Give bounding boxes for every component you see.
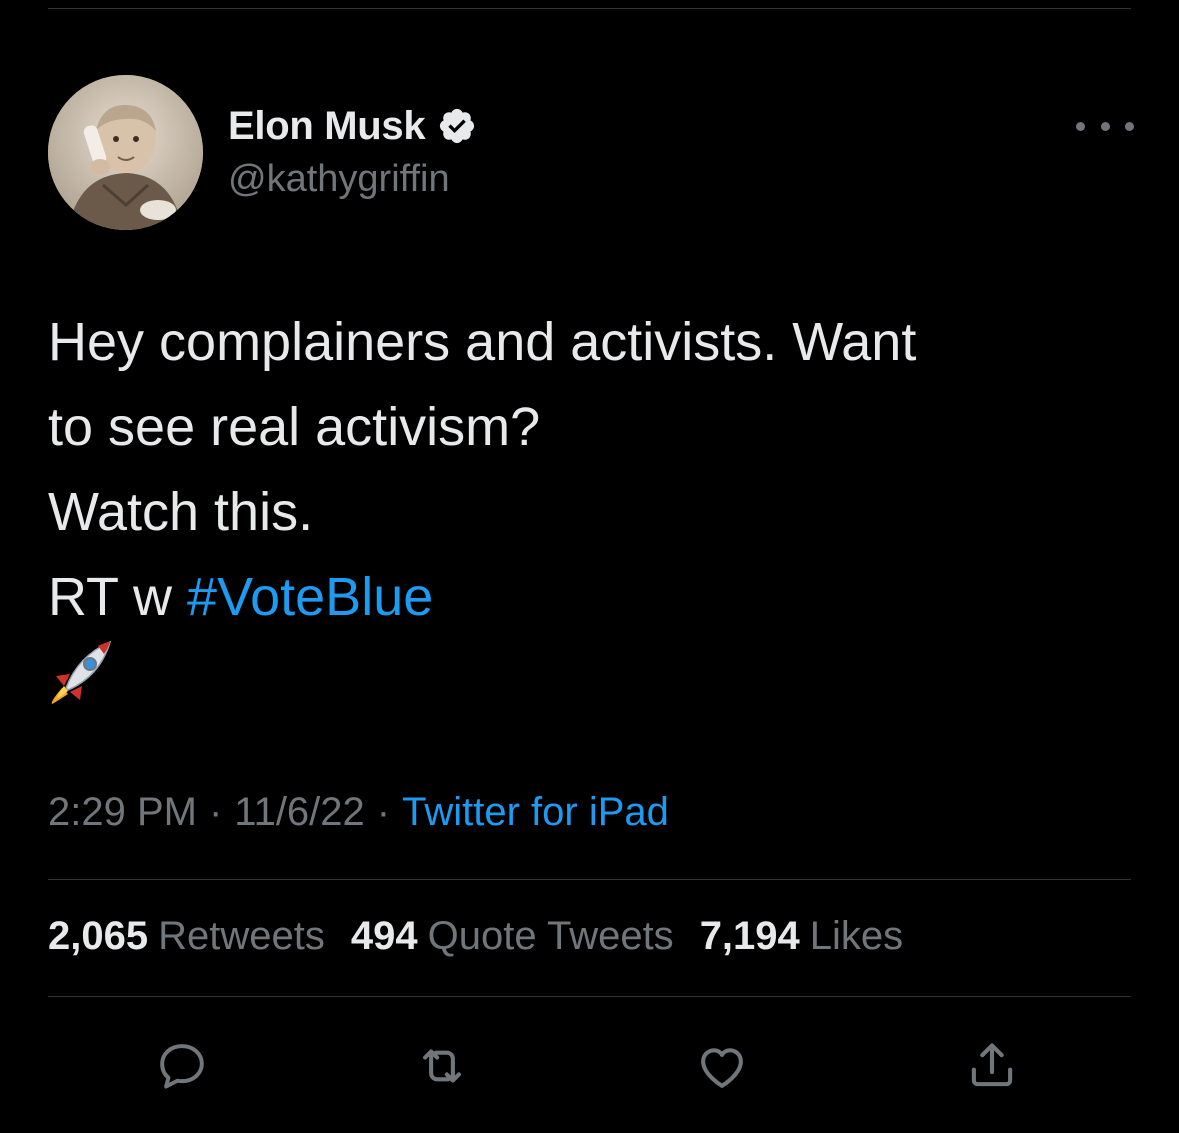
author-name-row[interactable]: Elon Musk [228,100,477,152]
tweet-source-link[interactable]: Twitter for iPad [402,790,669,834]
avatar[interactable] [48,75,203,230]
quote-tweets-stat[interactable]: 494 Quote Tweets [351,914,674,959]
reply-button[interactable] [152,1036,212,1096]
tweet-line: to see real activism? [48,397,541,457]
display-name[interactable]: Elon Musk [228,104,426,149]
more-dot-icon [1100,121,1110,131]
tweet-line: Hey complainers and activists. Want [48,312,917,372]
stats-divider-bottom [48,996,1131,997]
more-dot-icon [1076,121,1085,131]
rocket-icon [51,640,112,704]
quote-tweets-count: 494 [350,914,418,958]
retweets-label: Retweets [158,914,325,958]
retweets-stat[interactable]: 2,065 Retweets [48,914,325,959]
tweet-line-rt: RT w #VoteBlue [48,555,1138,640]
avatar-photo-icon [48,75,203,230]
top-divider [48,8,1131,9]
quote-tweets-label: Quote Tweets [427,914,674,958]
tweet-time[interactable]: 2:29 PM [48,790,197,834]
meta-separator: · [376,790,391,834]
share-icon [971,1043,1013,1087]
retweet-icon [423,1049,461,1083]
likes-label: Likes [809,914,904,958]
likes-stat[interactable]: 7,194 Likes [700,914,904,959]
hashtag-link[interactable]: #VoteBlue [187,567,433,627]
rt-prefix: RT w [48,567,173,627]
like-icon [701,1048,743,1088]
retweets-count: 2,065 [48,914,149,958]
reply-icon [160,1044,204,1089]
likes-count: 7,194 [699,914,800,958]
tweet-line: Watch this. [48,482,314,542]
like-button[interactable] [692,1036,752,1096]
tweet-date[interactable]: 11/6/22 [234,790,365,834]
tweet-meta: 2:29 PM · 11/6/22 · Twitter for iPad [48,790,669,835]
engagement-stats: 2,065 Retweets 494 Quote Tweets 7,194 Likes [48,914,929,959]
meta-separator: · [208,790,223,834]
tweet-text: Hey complainers and activists. Want to s… [48,300,1138,640]
more-dot-icon [1125,121,1134,131]
verified-badge-icon [440,108,475,144]
more-options-button[interactable] [1076,112,1134,140]
share-button[interactable] [962,1036,1022,1096]
author-handle[interactable]: @kathygriffin [228,158,450,201]
stats-divider-top [48,879,1131,880]
retweet-button[interactable] [412,1036,472,1096]
